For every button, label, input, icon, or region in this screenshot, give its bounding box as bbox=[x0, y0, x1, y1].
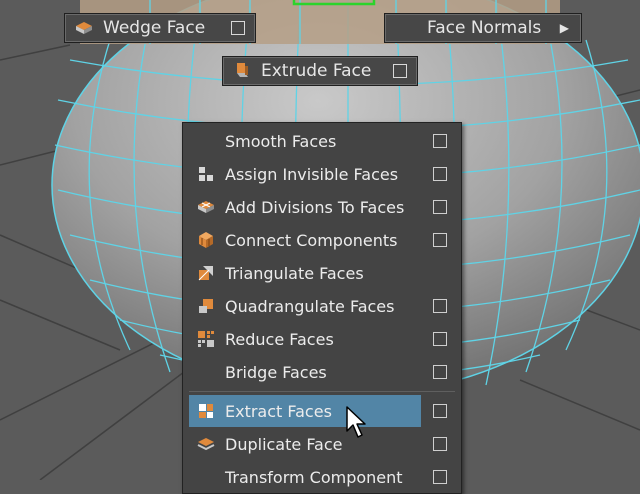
submenu-arrow-icon: ▶ bbox=[559, 21, 569, 35]
triangulate-icon bbox=[195, 262, 217, 284]
extrude-face-label: Extrude Face bbox=[261, 61, 372, 81]
wedge-face-option-box[interactable] bbox=[231, 21, 245, 35]
blank-icon bbox=[195, 466, 217, 488]
menu-item-reduce-faces[interactable]: Reduce Faces bbox=[189, 323, 455, 355]
wedge-face-label: Wedge Face bbox=[103, 18, 206, 38]
menu-item-add-divisions[interactable]: Add Divisions To Faces bbox=[189, 191, 455, 223]
menu-item-label: Bridge Faces bbox=[225, 362, 327, 382]
wedge-face-icon bbox=[73, 17, 95, 39]
menu-item-duplicate-face[interactable]: Duplicate Face bbox=[189, 428, 455, 460]
option-box[interactable] bbox=[433, 365, 447, 379]
extrude-face-icon bbox=[231, 60, 253, 82]
connect-components-icon bbox=[195, 229, 217, 251]
option-box[interactable] bbox=[433, 134, 447, 148]
option-box[interactable] bbox=[433, 437, 447, 451]
menu-item-label: Transform Component bbox=[225, 467, 403, 487]
extract-faces-option-box[interactable] bbox=[433, 404, 447, 418]
menu-item-assign-invisible-faces[interactable]: Assign Invisible Faces bbox=[189, 158, 455, 190]
blank-icon bbox=[195, 361, 217, 383]
option-box[interactable] bbox=[433, 299, 447, 313]
face-normals-button[interactable]: Face Normals ▶ bbox=[384, 13, 582, 43]
duplicate-face-icon bbox=[195, 433, 217, 455]
menu-item-label: Assign Invisible Faces bbox=[225, 164, 399, 184]
menu-item-triangulate-faces[interactable]: Triangulate Faces bbox=[189, 257, 455, 289]
mouse-cursor-icon bbox=[346, 406, 366, 438]
extrude-face-button[interactable]: Extrude Face bbox=[222, 56, 418, 86]
face-normals-label: Face Normals bbox=[427, 18, 542, 38]
menu-item-extract-faces[interactable]: Extract Faces bbox=[189, 395, 421, 427]
menu-item-connect-components[interactable]: Connect Components bbox=[189, 224, 455, 256]
option-box[interactable] bbox=[433, 167, 447, 181]
add-divisions-icon bbox=[195, 196, 217, 218]
menu-item-quadrangulate-faces[interactable]: Quadrangulate Faces bbox=[189, 290, 455, 322]
invisible-faces-icon bbox=[195, 163, 217, 185]
option-box[interactable] bbox=[433, 332, 447, 346]
option-box[interactable] bbox=[433, 233, 447, 247]
wedge-face-button[interactable]: Wedge Face bbox=[64, 13, 256, 43]
menu-item-smooth-faces[interactable]: Smooth Faces bbox=[189, 125, 455, 157]
face-operations-menu: Smooth Faces Assign Invisible Faces Add … bbox=[182, 122, 462, 494]
menu-item-label: Add Divisions To Faces bbox=[225, 197, 405, 217]
menu-item-label: Duplicate Face bbox=[225, 434, 343, 454]
blank-icon bbox=[195, 130, 217, 152]
menu-item-label: Reduce Faces bbox=[225, 329, 334, 349]
quadrangulate-icon bbox=[195, 295, 217, 317]
menu-item-label: Smooth Faces bbox=[225, 131, 337, 151]
menu-item-transform-component[interactable]: Transform Component bbox=[189, 461, 455, 493]
extrude-face-option-box[interactable] bbox=[393, 64, 407, 78]
menu-item-label: Connect Components bbox=[225, 230, 398, 250]
menu-item-label: Triangulate Faces bbox=[225, 263, 364, 283]
menu-item-bridge-faces[interactable]: Bridge Faces bbox=[189, 356, 455, 388]
menu-item-label: Quadrangulate Faces bbox=[225, 296, 395, 316]
option-box[interactable] bbox=[433, 470, 447, 484]
menu-item-label: Extract Faces bbox=[225, 401, 332, 421]
extract-faces-icon bbox=[195, 400, 217, 422]
reduce-faces-icon bbox=[195, 328, 217, 350]
option-box[interactable] bbox=[433, 200, 447, 214]
menu-separator bbox=[189, 391, 455, 392]
